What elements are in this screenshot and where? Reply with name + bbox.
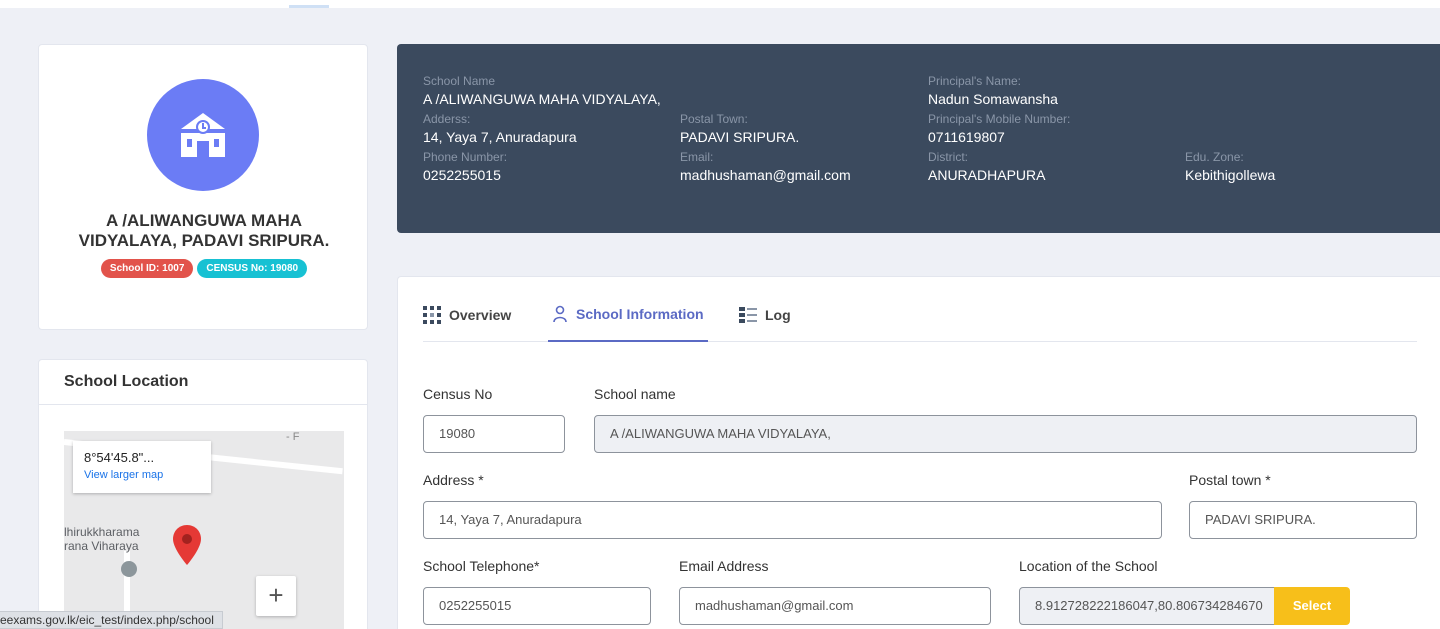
school-title-line2: VIDYALAYA, PADAVI SRIPURA. <box>78 231 330 250</box>
phone-label: Phone Number: <box>423 150 508 164</box>
email-input[interactable]: madhushaman@gmail.com <box>679 587 991 625</box>
phone-value: 0252255015 <box>423 167 501 183</box>
top-strip <box>0 0 1440 8</box>
location-input[interactable]: 8.912728222186047,80.806734284670 <box>1019 587 1275 625</box>
census-no-input[interactable]: 19080 <box>423 415 565 453</box>
tab-school-information-label: School Information <box>576 306 704 322</box>
school-title-line1: A /ALIWANGUWA MAHA <box>105 211 303 230</box>
map-info-box: 8°54'45.8"... View larger map <box>73 441 211 493</box>
school-profile-card: A /ALIWANGUWA MAHA VIDYALAYA, PADAVI SRI… <box>38 44 368 330</box>
tab-bar: Overview School Information Log <box>423 277 1417 342</box>
principal-mobile-label: Principal's Mobile Number: <box>928 112 1071 126</box>
school-info-header: School Name A /ALIWANGUWA MAHA VIDYALAYA… <box>397 44 1440 233</box>
telephone-field-label: School Telephone* <box>423 558 540 574</box>
map-coordinates: 8°54'45.8"... <box>84 450 155 465</box>
school-building-icon <box>181 113 225 157</box>
header-col-4: Edu. Zone: Kebithigollewa <box>1185 150 1275 188</box>
address-value: 14, Yaya 7, Anuradapura <box>423 129 577 145</box>
postal-town-field-label: Postal town * <box>1189 472 1271 488</box>
edu-zone-value: Kebithigollewa <box>1185 167 1276 183</box>
grid-icon <box>423 306 441 324</box>
tab-log-label: Log <box>765 307 791 323</box>
view-larger-map-link[interactable]: View larger map <box>84 469 200 481</box>
email-field-label: Email Address <box>679 558 769 574</box>
principal-name-label: Principal's Name: <box>928 74 1021 88</box>
tab-overview[interactable]: Overview <box>423 302 511 342</box>
district-label: District: <box>928 150 968 164</box>
postal-town-value: PADAVI SRIPURA. <box>680 129 800 145</box>
status-bar-url: eexams.gov.lk/eic_test/index.php/school <box>0 611 223 629</box>
list-icon <box>739 307 757 323</box>
email-label: Email: <box>680 150 714 164</box>
tab-log[interactable]: Log <box>739 302 791 342</box>
map-place-line2: rana Viharaya <box>64 539 139 553</box>
map-embed[interactable]: - F 8°54'45.8"... View larger map lhiruk… <box>64 431 344 629</box>
census-badge: CENSUS No: 19080 <box>197 259 308 278</box>
district-value: ANURADHAPURA <box>928 167 1046 183</box>
postal-town-input[interactable]: PADAVI SRIPURA. <box>1189 501 1417 539</box>
school-name-label: School Name <box>423 74 496 88</box>
tab-school-information[interactable]: School Information <box>548 302 708 342</box>
place-of-worship-icon <box>121 561 137 577</box>
map-pin-icon[interactable] <box>173 525 201 565</box>
tab-overview-label: Overview <box>449 307 512 323</box>
principal-name-value: Nadun Somawansha <box>928 91 1058 107</box>
location-card-title: School Location <box>39 360 367 405</box>
zoom-in-button[interactable]: + <box>256 576 296 616</box>
map-place-label: lhirukkharama rana Viharaya <box>64 525 139 553</box>
school-avatar <box>147 79 259 191</box>
header-col-2: Postal Town: PADAVI SRIPURA. Email: madh… <box>680 112 851 188</box>
school-name-input[interactable]: A /ALIWANGUWA MAHA VIDYALAYA, <box>594 415 1417 453</box>
principal-mobile-value: 0711619807 <box>928 129 1005 145</box>
school-information-card: Overview School Information Log Census N… <box>397 276 1440 629</box>
telephone-input[interactable]: 0252255015 <box>423 587 651 625</box>
school-id-badge: School ID: 1007 <box>100 259 194 278</box>
header-col-1: School Name A /ALIWANGUWA MAHA VIDYALAYA… <box>423 74 661 188</box>
location-field-label: Location of the School <box>1019 558 1158 574</box>
school-location-card: School Location - F 8°54'45.8"... View l… <box>38 359 368 629</box>
select-location-button[interactable]: Select <box>1274 587 1350 625</box>
school-name-value: A /ALIWANGUWA MAHA VIDYALAYA, <box>423 91 661 107</box>
map-road-label: - F <box>286 431 300 443</box>
address-field-label: Address * <box>423 472 484 488</box>
edu-zone-label: Edu. Zone: <box>1185 150 1244 164</box>
user-icon <box>553 305 567 323</box>
address-input[interactable]: 14, Yaya 7, Anuradapura <box>423 501 1162 539</box>
map-place-line1: lhirukkharama <box>64 525 140 539</box>
school-name-field-label: School name <box>594 386 676 402</box>
census-no-label: Census No <box>423 386 493 402</box>
postal-town-label: Postal Town: <box>680 112 748 126</box>
email-value: madhushaman@gmail.com <box>680 167 851 183</box>
school-title: A /ALIWANGUWA MAHA VIDYALAYA, PADAVI SRI… <box>39 211 369 251</box>
badge-row: School ID: 1007 CENSUS No: 19080 <box>39 259 369 278</box>
address-label: Adderss: <box>423 112 471 126</box>
header-col-3: Principal's Name: Nadun Somawansha Princ… <box>928 74 1070 188</box>
top-strip-indicator <box>289 5 329 8</box>
